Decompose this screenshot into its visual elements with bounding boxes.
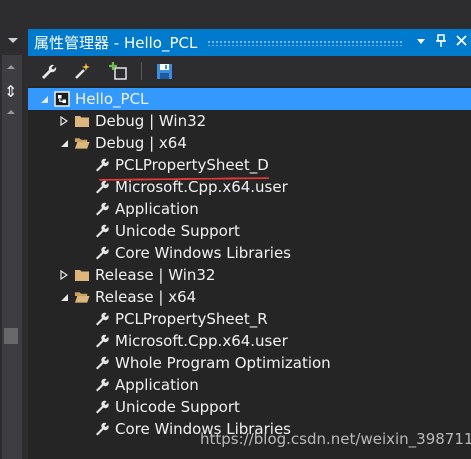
tree-item[interactable]: Unicode Support	[28, 396, 471, 418]
wrench-icon	[94, 223, 110, 239]
tree-item-label: Unicode Support	[115, 222, 240, 240]
properties-wrench-icon[interactable]	[36, 59, 60, 83]
tree-item[interactable]: Whole Program Optimization	[28, 352, 471, 374]
split-handle-icon[interactable]: ⇕	[4, 84, 17, 100]
adjacent-scrollbar[interactable]	[2, 55, 22, 459]
scrollbar-thumb[interactable]	[4, 328, 18, 344]
collapse-arrow-icon[interactable]	[58, 115, 70, 127]
tree-item-label: PCLPropertySheet_R	[115, 310, 268, 328]
adjacent-panel-strip: ⇕	[0, 0, 24, 459]
tree-item[interactable]: Debug | Win32	[28, 110, 471, 132]
tree-item[interactable]: Release | Win32	[28, 264, 471, 286]
folder-icon	[74, 267, 90, 283]
tree-item[interactable]: Hello_PCL	[28, 88, 471, 110]
wrench-icon	[94, 399, 110, 415]
tree-item[interactable]: PCLPropertySheet_R	[28, 308, 471, 330]
panel-title: 属性管理器 - Hello_PCL	[34, 34, 198, 52]
toolbar-separator	[141, 62, 142, 80]
add-existing-property-sheet-icon[interactable]	[106, 59, 130, 83]
tree-item-label: Whole Program Optimization	[115, 354, 331, 372]
close-icon[interactable]	[451, 35, 471, 50]
tree-item-label: Release | x64	[95, 288, 197, 306]
window-position-dropdown-icon[interactable]	[411, 35, 431, 50]
wrench-icon	[94, 245, 110, 261]
wrench-icon	[94, 421, 110, 437]
tree-item-label: Release | Win32	[95, 266, 216, 284]
wrench-icon	[94, 355, 110, 371]
wrench-icon	[94, 157, 110, 173]
tree-item-label: Core Windows Libraries	[115, 244, 291, 262]
tree-item-label: Microsoft.Cpp.x64.user	[115, 332, 288, 350]
tree-item[interactable]: Unicode Support	[28, 220, 471, 242]
tree-item[interactable]: Release | x64	[28, 286, 471, 308]
tree-item-label: Application	[115, 376, 199, 394]
collapse-arrow-icon[interactable]	[58, 269, 70, 281]
tree-item-label: Debug | x64	[95, 134, 187, 152]
expand-arrow-icon[interactable]	[58, 291, 70, 303]
tree-item-label: Debug | Win32	[95, 112, 207, 130]
tree-item[interactable]: Core Windows Libraries	[28, 242, 471, 264]
tree-item[interactable]: PCLPropertySheet_D	[28, 154, 471, 176]
tree-item-label: Hello_PCL	[75, 90, 149, 108]
wrench-icon	[94, 201, 110, 217]
expand-arrow-icon[interactable]	[38, 93, 50, 105]
add-new-property-sheet-icon[interactable]	[71, 59, 95, 83]
save-icon[interactable]	[152, 59, 176, 83]
wrench-icon	[94, 311, 110, 327]
tree-item-label: Microsoft.Cpp.x64.user	[115, 178, 288, 196]
tree-item[interactable]: Application	[28, 198, 471, 220]
watermark: https://blog.csdn.net/weixin_39871164	[200, 430, 471, 448]
dropdown-arrow-icon[interactable]	[8, 38, 18, 43]
pin-icon[interactable]	[431, 33, 451, 52]
tree-item-label: PCLPropertySheet_D	[115, 156, 269, 174]
folder-open-icon	[74, 289, 90, 305]
scroll-up-icon[interactable]	[7, 65, 15, 69]
wrench-icon	[94, 179, 110, 195]
property-manager-panel: 属性管理器 - Hello_PCL Hello_PCL Debug | Win32…	[28, 29, 471, 459]
tree-item[interactable]: Microsoft.Cpp.x64.user	[28, 330, 471, 352]
panel-toolbar	[28, 56, 471, 86]
tree-item[interactable]: Debug | x64	[28, 132, 471, 154]
tree-item[interactable]: Application	[28, 374, 471, 396]
scroll-up-icon[interactable]	[7, 110, 15, 114]
tree-item-label: Application	[115, 200, 199, 218]
wrench-icon	[94, 333, 110, 349]
wrench-icon	[94, 377, 110, 393]
project-icon	[54, 91, 70, 107]
titlebar-grip	[207, 39, 403, 46]
folder-icon	[74, 113, 90, 129]
tree-item-label: Unicode Support	[115, 398, 240, 416]
folder-open-icon	[74, 135, 90, 151]
panel-titlebar[interactable]: 属性管理器 - Hello_PCL	[28, 29, 471, 56]
expand-arrow-icon[interactable]	[58, 137, 70, 149]
